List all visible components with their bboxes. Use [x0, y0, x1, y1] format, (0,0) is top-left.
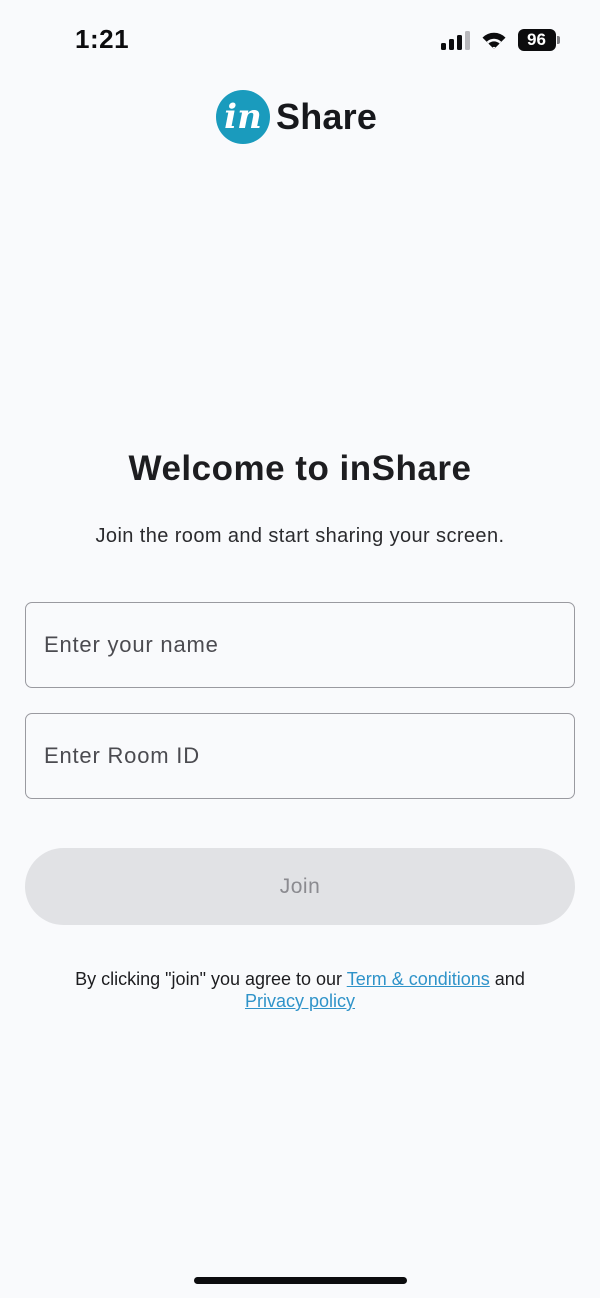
terms-conditions-link[interactable]: Term & conditions — [347, 969, 490, 989]
app-logo: in Share — [216, 90, 377, 144]
room-id-input[interactable] — [25, 713, 575, 799]
status-time: 1:21 — [75, 24, 130, 54]
join-button[interactable]: Join — [25, 848, 575, 925]
page-title: Welcome to inShare — [128, 449, 472, 488]
home-indicator[interactable] — [194, 1277, 407, 1284]
battery-level: 96 — [517, 29, 556, 51]
battery-icon: 96 — [517, 29, 560, 51]
status-icons: 96 — [440, 28, 560, 52]
name-input[interactable] — [25, 602, 575, 688]
wifi-icon — [482, 32, 505, 49]
logo-wordmark: Share — [276, 96, 378, 137]
terms-middle: and — [489, 969, 525, 989]
page-subtitle: Join the room and start sharing your scr… — [95, 525, 505, 547]
logo-mark-icon: in — [216, 90, 270, 144]
terms-prefix: By clicking "join" you agree to our — [75, 969, 347, 989]
terms-notice: By clicking "join" you agree to our Term… — [0, 968, 600, 1012]
cellular-signal-icon — [440, 30, 470, 50]
privacy-policy-link[interactable]: Privacy policy — [245, 991, 355, 1011]
